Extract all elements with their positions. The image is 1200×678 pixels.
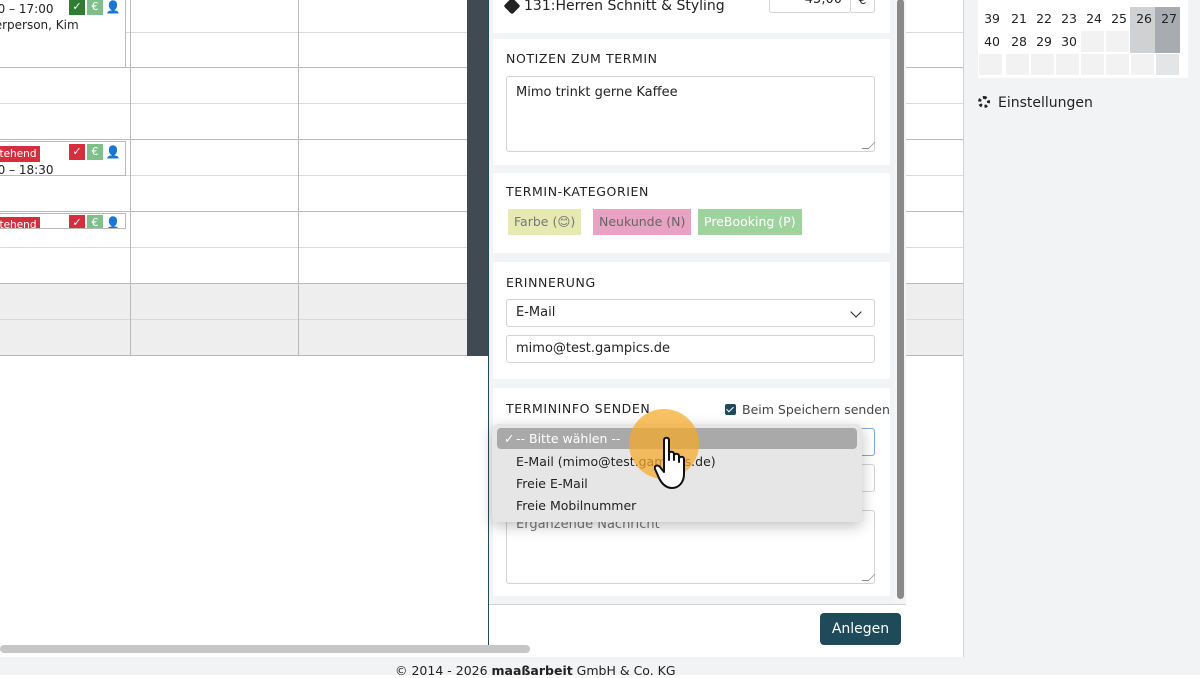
gear-icon bbox=[978, 96, 990, 108]
reminder-title: ERINNERUNG bbox=[506, 275, 596, 290]
footer-prefix: © 2014 - 2026 bbox=[395, 663, 492, 678]
tag-icon bbox=[503, 0, 521, 15]
service-section: 131:Herren Schnitt & Styling 45,00 € bbox=[493, 0, 890, 33]
resize-handle[interactable] bbox=[861, 142, 876, 149]
mini-calendar-day bbox=[978, 53, 1003, 76]
euro-icon: € bbox=[87, 215, 103, 228]
settings-link[interactable]: Einstellungen bbox=[978, 95, 1093, 111]
mini-calendar-day[interactable]: 30 bbox=[1055, 30, 1080, 53]
notes-section: NOTIZEN ZUM TERMIN Mimo trinkt gerne Kaf… bbox=[493, 39, 890, 165]
settings-label: Einstellungen bbox=[998, 95, 1093, 111]
mini-calendar-day[interactable]: 29 bbox=[1030, 30, 1055, 53]
send-on-save-label: Beim Speichern senden bbox=[742, 402, 890, 417]
create-button[interactable]: Anlegen bbox=[820, 613, 901, 645]
reminder-email-input[interactable]: mimo@test.gampics.de bbox=[506, 335, 875, 363]
categories-title: TERMIN-KATEGORIEN bbox=[506, 184, 649, 199]
currency-label: € bbox=[851, 0, 875, 13]
hand-pointer-icon bbox=[654, 436, 685, 489]
dropdown-option-free-mobile[interactable]: Freie Mobilnummer bbox=[516, 498, 636, 513]
resize-handle[interactable] bbox=[861, 574, 876, 581]
notes-textarea[interactable]: Mimo trinkt gerne Kaffee bbox=[506, 76, 876, 152]
appointment-modal: 131:Herren Schnitt & Styling 45,00 € NOT… bbox=[488, 0, 906, 651]
notes-value: Mimo trinkt gerne Kaffee bbox=[516, 85, 678, 100]
grid-column-line bbox=[130, 0, 131, 356]
mini-calendar-day[interactable]: 26 bbox=[1130, 7, 1155, 30]
status-badge: stehend bbox=[0, 217, 41, 228]
confirmed-icon: ✓ bbox=[69, 144, 85, 160]
mini-calendar-day bbox=[1130, 53, 1155, 76]
modal-side-bar bbox=[467, 0, 489, 356]
mini-calendar-day[interactable]: 24 bbox=[1080, 7, 1105, 30]
dropdown-option-label: -- Bitte wählen -- bbox=[516, 431, 621, 446]
person-check-icon: 👤 bbox=[105, 145, 121, 159]
status-badge: stehend bbox=[0, 146, 41, 162]
confirmed-icon: ✓ bbox=[69, 0, 85, 15]
dropdown-option-free-email[interactable]: Freie E-Mail bbox=[516, 476, 588, 491]
footer-brand: maaßarbeit bbox=[491, 663, 573, 678]
appointment-customer: terperson, Kim bbox=[0, 18, 79, 32]
mini-calendar-day-today[interactable]: 27 bbox=[1155, 7, 1180, 30]
reminder-email-value: mimo@test.gampics.de bbox=[516, 341, 671, 356]
footer-suffix: GmbH & Co. KG bbox=[572, 663, 676, 678]
categories-section: TERMIN-KATEGORIEN Farbe (😊) Neukunde (N)… bbox=[493, 173, 890, 253]
mini-calendar-day bbox=[1080, 53, 1105, 76]
modal-footer: Anlegen bbox=[489, 604, 906, 651]
mini-calendar-day[interactable]: 22 bbox=[1030, 7, 1055, 30]
appointment-icons: ✓ € 👤 bbox=[69, 144, 121, 160]
mini-calendar-week[interactable]: 40 bbox=[978, 30, 1003, 53]
mini-calendar-day bbox=[1030, 53, 1055, 76]
mini-calendar-day bbox=[1155, 30, 1180, 53]
euro-icon: € bbox=[87, 0, 103, 15]
person-check-icon: 👤 bbox=[105, 0, 121, 14]
reminder-type-value: E-Mail bbox=[516, 305, 556, 320]
euro-icon: € bbox=[87, 144, 103, 160]
mini-calendar-day bbox=[1005, 53, 1030, 76]
service-item: 131:Herren Schnitt & Styling bbox=[503, 0, 725, 15]
check-icon: ✓ bbox=[504, 431, 515, 446]
send-info-title: TERMININFO SENDEN bbox=[506, 401, 651, 416]
mini-calendar: 39 21 22 23 24 25 26 27 40 28 29 30 bbox=[978, 0, 1188, 78]
chevron-down-icon bbox=[850, 306, 862, 318]
mini-calendar-day bbox=[1155, 53, 1180, 76]
appointment-card[interactable]: ✓ € 👤 stehend bbox=[0, 213, 126, 229]
person-check-icon: 👤 bbox=[105, 216, 121, 229]
checkbox-checked-icon[interactable] bbox=[725, 404, 736, 415]
reminder-type-select[interactable]: E-Mail bbox=[506, 299, 875, 327]
appointment-card[interactable]: ✓ € 👤 00 – 17:00 terperson, Kim bbox=[0, 0, 126, 68]
service-label: 131:Herren Schnitt & Styling bbox=[524, 0, 725, 14]
appointment-icons: ✓ € 👤 bbox=[69, 0, 121, 15]
category-chip-prebooking[interactable]: PreBooking (P) bbox=[698, 209, 802, 235]
mini-calendar-day[interactable]: 28 bbox=[1005, 30, 1030, 53]
price-input[interactable]: 45,00 bbox=[769, 0, 851, 13]
reminder-section: ERINNERUNG E-Mail mimo@test.gampics.de bbox=[493, 262, 890, 379]
appointment-icons: ✓ € 👤 bbox=[69, 215, 121, 229]
category-chip-neukunde[interactable]: Neukunde (N) bbox=[593, 209, 692, 235]
mini-calendar-day bbox=[1105, 30, 1130, 53]
footer-copyright: © 2014 - 2026 maaßarbeit GmbH & Co. KG bbox=[395, 663, 676, 678]
mini-calendar-week[interactable]: 39 bbox=[978, 7, 1003, 30]
mini-calendar-day bbox=[1055, 53, 1080, 76]
modal-scrollbar-thumb[interactable] bbox=[897, 0, 904, 599]
appointment-card[interactable]: ✓ € 👤 stehend 00 – 18:30 bbox=[0, 141, 126, 176]
category-chip-farbe[interactable]: Farbe (😊) bbox=[508, 209, 582, 235]
horizontal-scrollbar[interactable] bbox=[0, 645, 530, 653]
notes-title: NOTIZEN ZUM TERMIN bbox=[506, 51, 658, 66]
mini-calendar-day[interactable]: 21 bbox=[1005, 7, 1030, 30]
confirmed-icon: ✓ bbox=[69, 215, 85, 228]
appointment-time: 00 – 18:30 bbox=[0, 163, 54, 176]
mini-calendar-day bbox=[1130, 30, 1155, 53]
send-on-save-checkbox[interactable]: Beim Speichern senden bbox=[725, 402, 890, 417]
mini-calendar-day bbox=[1105, 53, 1130, 76]
mini-calendar-day[interactable]: 25 bbox=[1105, 7, 1130, 30]
mini-calendar-day bbox=[1080, 30, 1105, 53]
mini-calendar-day[interactable]: 23 bbox=[1055, 7, 1080, 30]
grid-column-line bbox=[298, 0, 299, 356]
right-sidebar: 39 21 22 23 24 25 26 27 40 28 29 30 Eins… bbox=[963, 0, 1200, 657]
